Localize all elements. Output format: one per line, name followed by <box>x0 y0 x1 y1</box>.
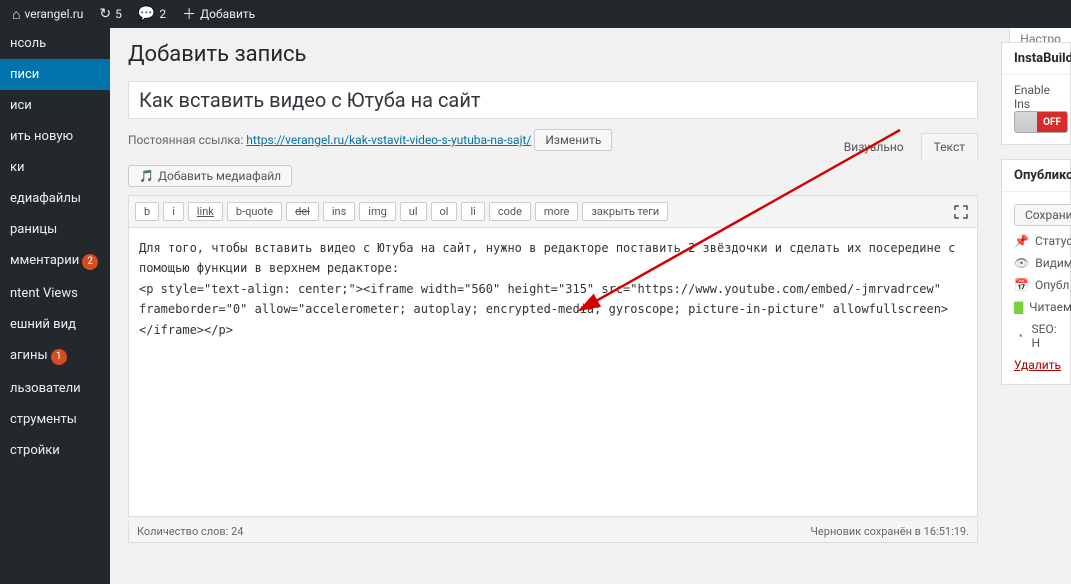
autosave-status: Черновик сохранён в 16:51:19. <box>810 525 969 538</box>
qt-ul[interactable]: ul <box>400 202 427 221</box>
tab-visual[interactable]: Визуально <box>831 133 917 161</box>
word-count: 24 <box>231 525 243 538</box>
sidebar-item-7[interactable]: мментарии2 <box>0 245 110 278</box>
qt-i[interactable]: i <box>163 202 184 221</box>
fullscreen-icon[interactable] <box>953 204 969 224</box>
media-icon: 🎵 <box>139 169 154 183</box>
qt-link[interactable]: link <box>188 202 223 221</box>
side-column: InstaBuild Enable Ins OFF Опублико Сохра… <box>1001 42 1071 399</box>
calendar-icon: 📅 <box>1014 278 1029 292</box>
qt-more[interactable]: more <box>535 202 578 221</box>
qt-b-quote[interactable]: b-quote <box>227 202 282 221</box>
save-draft-button[interactable]: Сохранит <box>1014 204 1071 226</box>
post-title-input[interactable] <box>128 81 978 119</box>
permalink-label: Постоянная ссылка: <box>128 133 243 147</box>
toggle-off-label: OFF <box>1037 112 1067 132</box>
admin-sidebar: нсольписиисиить новуюкиедиафайлыраницымм… <box>0 28 110 584</box>
main-column: Постоянная ссылка: https://verangel.ru/k… <box>128 81 978 543</box>
comments-count: 2 <box>159 7 166 21</box>
delete-post-link[interactable]: Удалить <box>1014 358 1061 372</box>
publish-date-label: Опубл <box>1035 278 1069 292</box>
visibility-label: Видим <box>1035 256 1071 270</box>
instabuilder-title: InstaBuild <box>1002 43 1070 75</box>
updates-link[interactable]: ↻ 5 <box>91 0 129 28</box>
edit-permalink-button[interactable]: Изменить <box>534 129 612 151</box>
sidebar-item-2[interactable]: иси <box>0 90 110 121</box>
sidebar-item-9[interactable]: ешний вид <box>0 309 110 340</box>
sidebar-item-3[interactable]: ить новую <box>0 121 110 152</box>
qt-b[interactable]: b <box>135 202 159 221</box>
sidebar-item-12[interactable]: струменты <box>0 404 110 435</box>
publish-box: Опублико Сохранит 📌Статус 👁Видим 📅Опубл … <box>1001 159 1071 385</box>
qt-img[interactable]: img <box>359 202 396 221</box>
sidebar-item-5[interactable]: едиафайлы <box>0 183 110 214</box>
qt-закрыть-теги[interactable]: закрыть теги <box>582 202 668 221</box>
publish-title: Опублико <box>1002 160 1070 192</box>
status-label: Статус <box>1035 234 1071 248</box>
eye-icon: 👁 <box>1014 256 1029 270</box>
comment-icon: 💬 <box>138 6 155 22</box>
sidebar-badge: 1 <box>51 349 67 365</box>
tab-text[interactable]: Текст <box>921 133 978 161</box>
site-link[interactable]: ⌂ verangel.ru <box>4 0 91 28</box>
editor-tabs: Визуально Текст <box>831 133 978 161</box>
sidebar-item-4[interactable]: ки <box>0 152 110 183</box>
seo-label: SEO: Н <box>1032 322 1058 350</box>
yoast-readability-icon: ▇ <box>1014 300 1023 314</box>
content-area: Добавить запись Постоянная ссылка: https… <box>110 28 1071 584</box>
instabuilder-box: InstaBuild Enable Ins OFF <box>1001 42 1071 145</box>
site-name: verangel.ru <box>24 7 83 21</box>
add-media-label: Добавить медиафайл <box>158 169 281 183</box>
yoast-seo-icon: ◔ <box>1014 329 1026 343</box>
admin-bar: ⌂ verangel.ru ↻ 5 💬 2 ＋ Добавить <box>0 0 1071 28</box>
word-count-label: Количество слов: <box>137 525 228 538</box>
pin-icon: 📌 <box>1014 234 1029 248</box>
add-new-link[interactable]: ＋ Добавить <box>174 0 263 28</box>
sidebar-item-1[interactable]: писи <box>0 59 110 90</box>
add-media-button[interactable]: 🎵 Добавить медиафайл <box>128 165 292 187</box>
qt-code[interactable]: code <box>489 202 531 221</box>
permalink-url[interactable]: https://verangel.ru/kak-vstavit-video-s-… <box>246 133 531 147</box>
home-icon: ⌂ <box>12 6 20 23</box>
qt-del[interactable]: del <box>286 202 319 221</box>
post-content-textarea[interactable] <box>128 227 978 517</box>
quicktags-toolbar: bilinkb-quotedelinsimgulollicodemoreзакр… <box>128 195 978 227</box>
page-title: Добавить запись <box>128 42 1059 67</box>
comments-link[interactable]: 💬 2 <box>130 0 174 28</box>
instabuilder-toggle[interactable]: OFF <box>1014 111 1068 133</box>
qt-li[interactable]: li <box>461 202 484 221</box>
plus-icon: ＋ <box>182 4 196 24</box>
qt-ins[interactable]: ins <box>323 202 355 221</box>
update-icon: ↻ <box>99 6 111 22</box>
editor-status-bar: Количество слов: 24 Черновик сохранён в … <box>128 521 978 543</box>
sidebar-item-11[interactable]: льзователи <box>0 373 110 404</box>
sidebar-item-10[interactable]: агины1 <box>0 340 110 373</box>
qt-ol[interactable]: ol <box>431 202 458 221</box>
sidebar-item-8[interactable]: ntent Views <box>0 278 110 309</box>
add-new-label: Добавить <box>200 7 255 21</box>
updates-count: 5 <box>115 7 122 21</box>
sidebar-item-6[interactable]: раницы <box>0 214 110 245</box>
readability-label: Читаем <box>1029 300 1071 314</box>
instabuilder-enable-label: Enable Ins <box>1014 83 1058 111</box>
title-wrap <box>128 81 978 119</box>
sidebar-item-0[interactable]: нсоль <box>0 28 110 59</box>
sidebar-item-13[interactable]: стройки <box>0 435 110 466</box>
sidebar-badge: 2 <box>82 254 98 270</box>
